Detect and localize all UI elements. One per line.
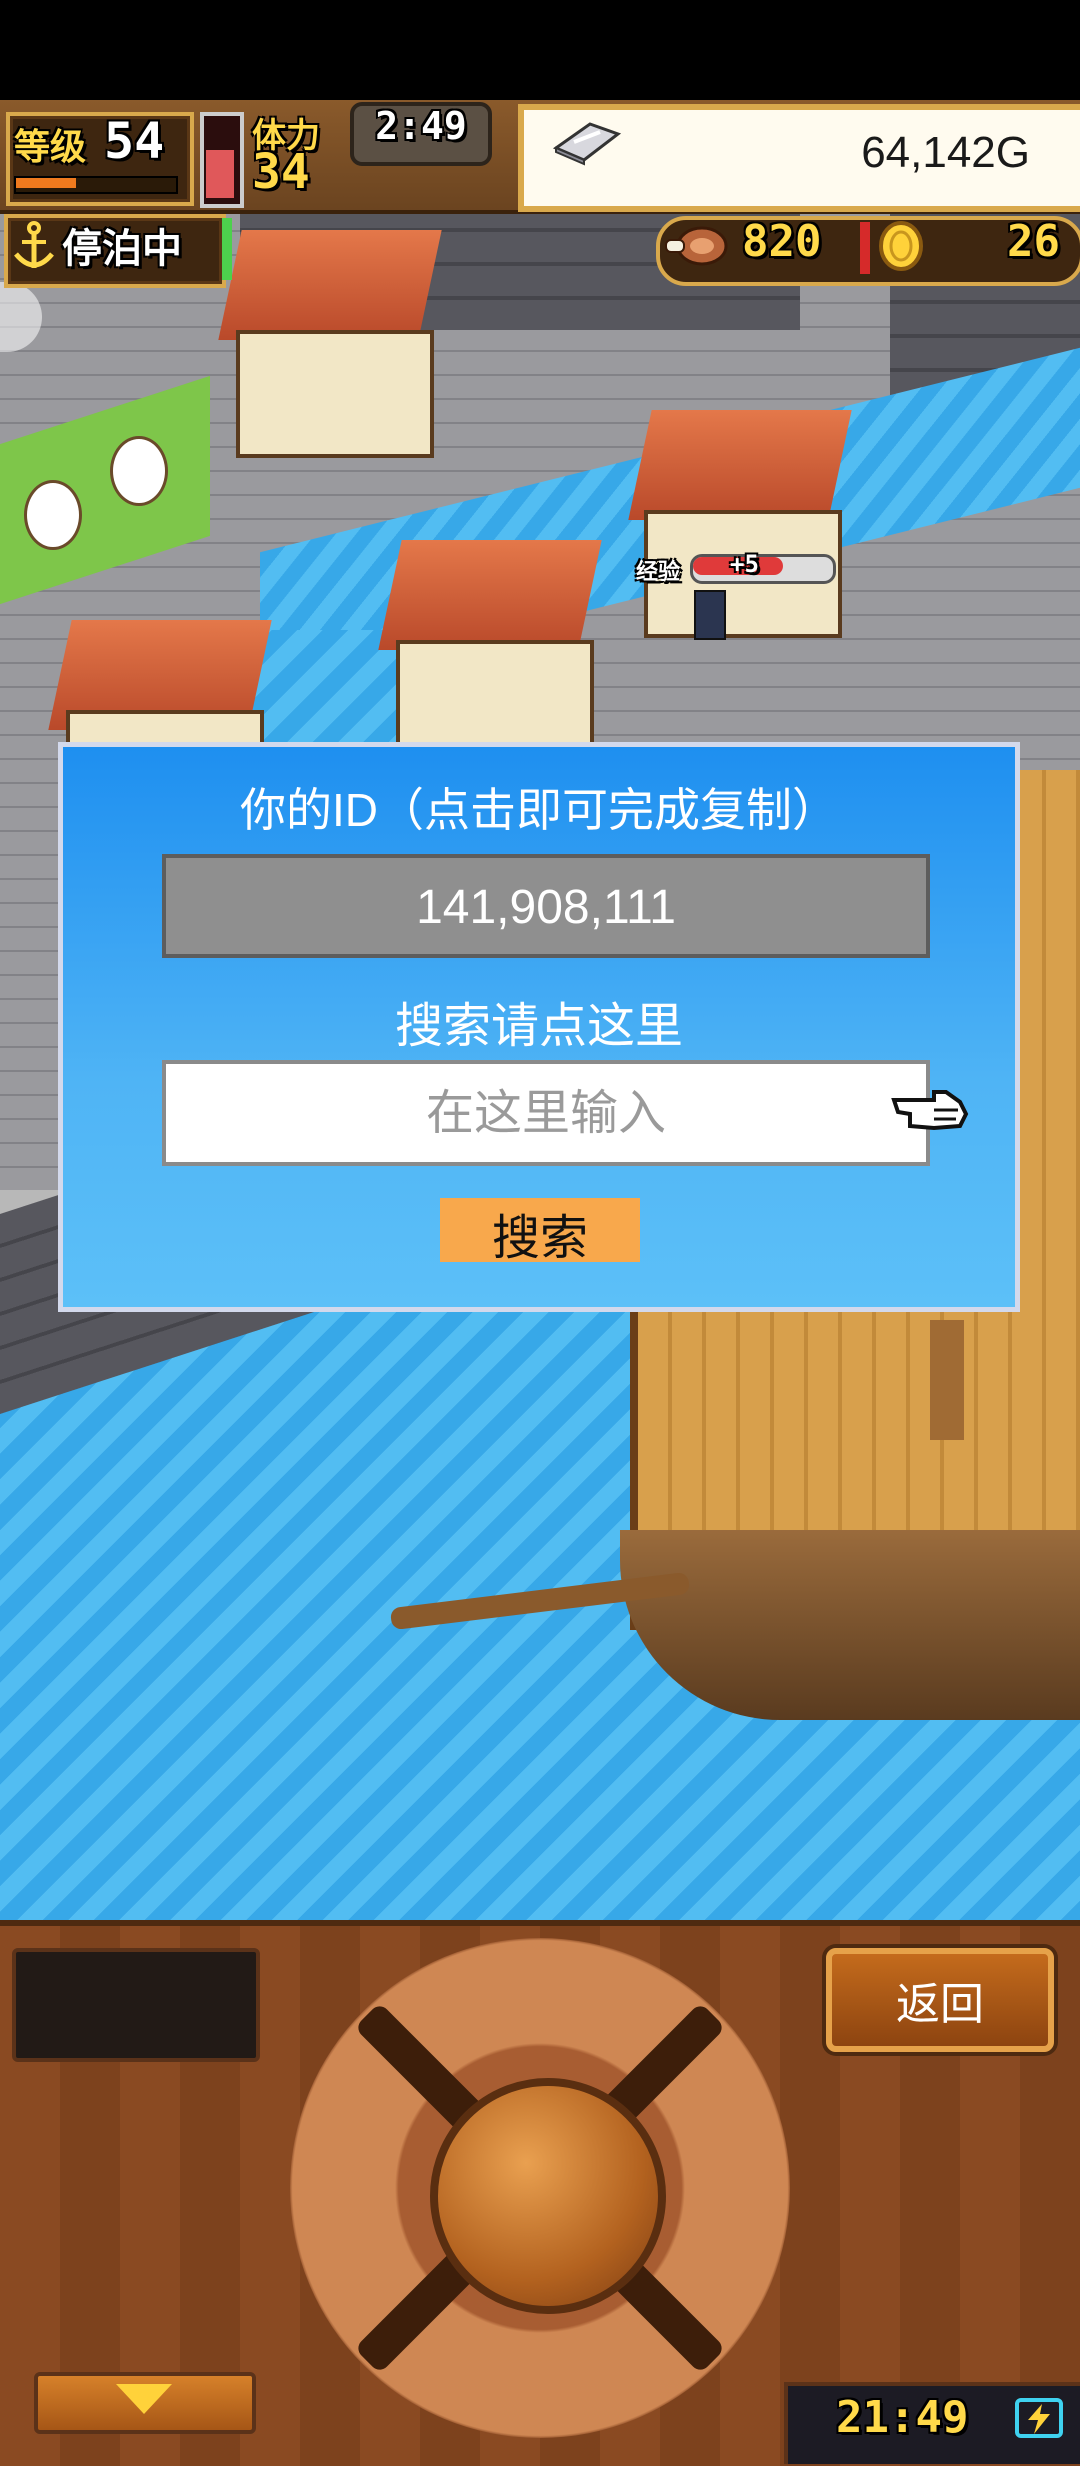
gold-value: 64,142G	[861, 128, 1030, 177]
house-roof	[628, 410, 852, 520]
ship-mast	[930, 1320, 964, 1440]
house-roof	[218, 230, 442, 340]
house-roof	[378, 540, 602, 650]
level-label: 等级	[14, 127, 87, 168]
search-button[interactable]: 搜索	[440, 1198, 640, 1265]
coin-icon	[879, 221, 923, 271]
dock-status-label: 停泊中	[62, 226, 182, 272]
clock-value: 21:49	[836, 2392, 969, 2443]
pointer-hand-icon	[891, 1090, 969, 1131]
exp-label: 经验	[636, 560, 681, 585]
house-weapon-shop[interactable]	[396, 640, 594, 758]
back-button[interactable]: 返回	[826, 1948, 1054, 2052]
resource-divider	[860, 222, 870, 274]
chevron-down-icon	[116, 2384, 172, 2414]
dpad-center-button[interactable]	[430, 2078, 666, 2314]
stamina-gauge-fill	[206, 150, 234, 198]
status-bar	[0, 0, 1080, 100]
search-hint: 搜索请点这里	[394, 1000, 683, 1053]
search-id-input[interactable]	[162, 1060, 930, 1166]
level-value: 54	[104, 112, 165, 170]
dock-meter	[222, 218, 232, 280]
anchor-icon	[14, 221, 54, 268]
egg	[24, 480, 82, 550]
info-slot	[12, 1948, 260, 2062]
medal-value: 26	[1007, 216, 1060, 267]
stamina-value: 34	[252, 144, 310, 200]
silver-bar-icon	[552, 122, 622, 166]
dialog-title: 你的ID（点击即可完成复制）	[240, 784, 838, 836]
house-potion-shop[interactable]	[236, 330, 434, 458]
captain-character[interactable]	[694, 590, 726, 640]
level-progress-fill	[16, 178, 76, 188]
egg	[110, 436, 168, 506]
meat-icon	[665, 226, 728, 266]
player-id-value[interactable]: 141,908,111	[162, 880, 930, 935]
exp-gain: +5	[730, 550, 759, 578]
stamina-timer: 2:49	[375, 104, 467, 148]
ship-hull	[620, 1530, 1080, 1720]
food-value: 820	[742, 216, 822, 267]
battery-charging-icon	[1015, 2398, 1063, 2438]
